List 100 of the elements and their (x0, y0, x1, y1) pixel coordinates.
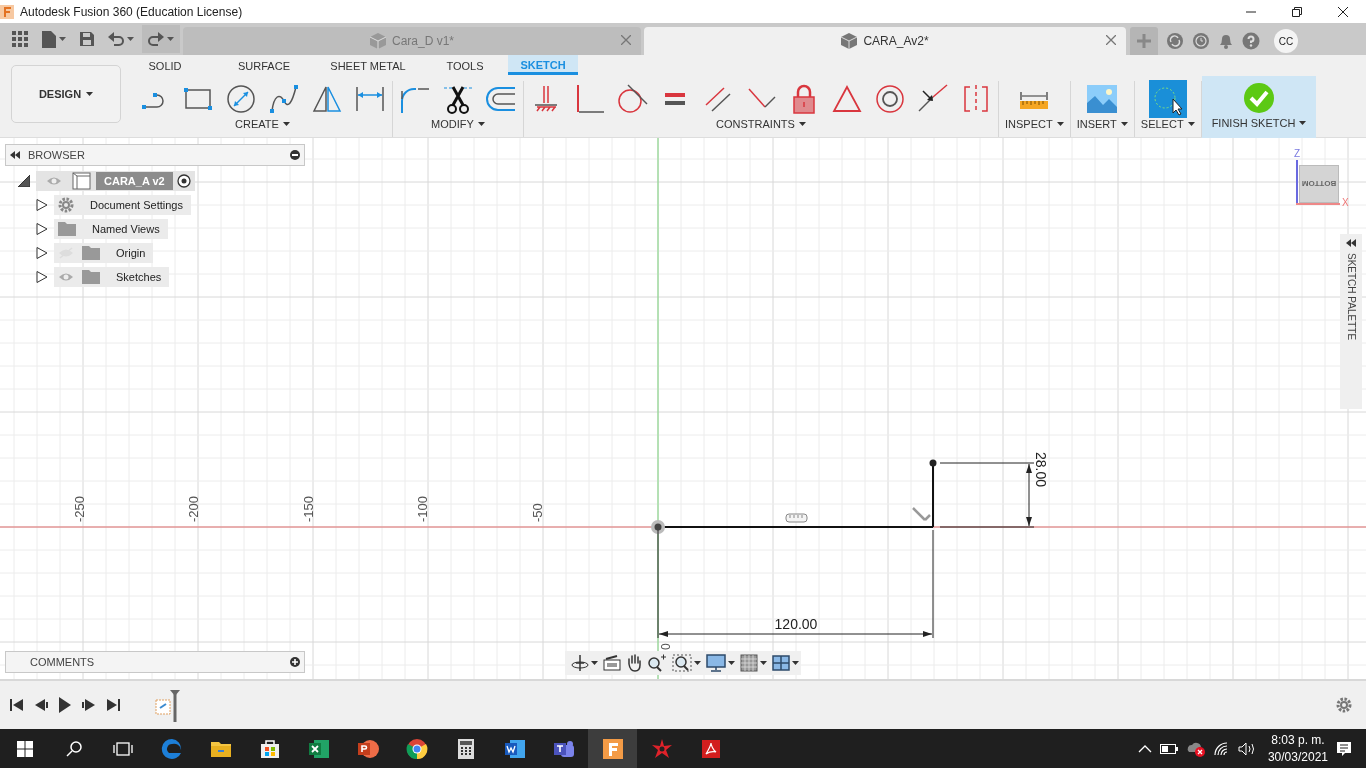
tool-group-menu[interactable]: CONSTRAINTS (716, 118, 806, 130)
clock[interactable]: 8:03 p. m. 30/03/2021 (1267, 732, 1328, 766)
viewports-icon[interactable] (772, 655, 790, 671)
close-icon[interactable] (1338, 6, 1348, 17)
speaker-icon[interactable] (1237, 742, 1256, 756)
redo-icon[interactable] (148, 32, 164, 46)
tool-group-menu[interactable]: FINISH SKETCH (1211, 117, 1307, 129)
task-view-icon[interactable] (112, 741, 133, 757)
browser-icon[interactable] (404, 737, 429, 761)
cube-icon[interactable] (841, 33, 858, 49)
zoom-icon[interactable] (647, 654, 667, 672)
caret-icon[interactable] (477, 122, 485, 126)
ribbon-tab[interactable]: TOOLS (422, 55, 508, 74)
caret-icon[interactable] (1120, 122, 1128, 126)
step-back-icon[interactable] (34, 698, 48, 712)
caret-icon[interactable] (798, 122, 806, 126)
comments-panel-header[interactable]: COMMENTS (5, 651, 305, 673)
view-cube[interactable]: Z BOTTOM X (1294, 148, 1354, 214)
caret-icon[interactable] (1056, 122, 1064, 126)
look-at-icon[interactable] (603, 655, 621, 671)
collapsed-triangle-icon[interactable] (36, 223, 48, 235)
undo-icon[interactable] (108, 32, 124, 46)
plus-circle-icon[interactable] (290, 657, 300, 667)
grid-menu-icon[interactable] (12, 31, 28, 47)
save-icon[interactable] (80, 32, 94, 46)
fit-zoom-icon[interactable] (672, 654, 692, 672)
concentric-icon[interactable] (874, 83, 906, 115)
expanded-triangle-icon[interactable] (18, 175, 30, 187)
sketch-point[interactable] (929, 459, 937, 467)
triangle-icon[interactable] (831, 83, 863, 115)
step-forward-icon[interactable] (82, 698, 96, 712)
windows-logo-icon[interactable] (16, 741, 33, 757)
dimension-value[interactable]: 120.00 (774, 616, 818, 632)
spline-icon[interactable] (268, 83, 300, 115)
caret-icon[interactable] (728, 661, 735, 665)
collapsed-triangle-icon[interactable] (36, 199, 48, 211)
caret-icon[interactable] (792, 661, 799, 665)
battery-icon[interactable] (1159, 744, 1178, 754)
skip-end-icon[interactable] (106, 698, 120, 712)
file-icon[interactable] (42, 30, 56, 48)
tool-group-menu[interactable]: MODIFY (431, 118, 485, 130)
spreadsheet-app-icon[interactable] (306, 737, 331, 761)
perpendicular-constraint-icon[interactable] (911, 506, 932, 522)
caret-icon[interactable] (282, 122, 290, 126)
caret-icon[interactable] (1187, 122, 1195, 126)
skip-start-icon[interactable] (10, 698, 24, 712)
settings-icon[interactable] (1336, 697, 1352, 713)
notification-icon[interactable] (1336, 741, 1352, 757)
tangent-icon[interactable] (616, 83, 648, 115)
sketch-palette-tab[interactable]: SKETCH PALETTE (1340, 234, 1362, 409)
user-avatar[interactable]: CC (1274, 29, 1298, 53)
collapse-icon[interactable] (10, 151, 20, 159)
cloud-offline-icon[interactable] (1185, 741, 1206, 757)
tree-item[interactable]: Named Views (54, 219, 168, 239)
bell-icon[interactable] (1218, 32, 1234, 50)
search-icon[interactable] (65, 741, 82, 757)
select-icon[interactable] (1148, 80, 1187, 118)
document-tab[interactable]: CARA_Av2* (644, 27, 1126, 55)
minus-circle-icon[interactable] (290, 150, 300, 160)
caret-icon[interactable] (694, 661, 701, 665)
chevron-up-icon[interactable] (1137, 745, 1152, 753)
presentation-app-icon[interactable] (355, 737, 380, 761)
browser-panel-header[interactable]: BROWSER (5, 144, 305, 166)
circle-icon[interactable] (225, 83, 257, 115)
workspace-menu-button[interactable]: DESIGN (11, 65, 121, 123)
taskbar-app[interactable] (588, 729, 637, 768)
wifi-icon[interactable] (1213, 742, 1230, 756)
collapsed-triangle-icon[interactable] (36, 271, 48, 283)
caret-icon[interactable] (86, 92, 94, 96)
horizontal-constraint-icon[interactable] (785, 513, 808, 523)
component-icon[interactable] (72, 172, 92, 190)
hand-icon[interactable] (626, 654, 642, 672)
expand-icon[interactable] (1346, 239, 1356, 247)
check-icon[interactable] (1243, 82, 1275, 114)
caret-icon[interactable] (591, 661, 598, 665)
tool-group-menu[interactable]: INSERT (1076, 118, 1128, 130)
ribbon-tab[interactable]: SURFACE (214, 55, 314, 74)
play-icon[interactable] (58, 697, 72, 713)
orbit-icon[interactable] (571, 654, 589, 672)
caret-icon[interactable] (1299, 121, 1307, 125)
redo-button[interactable] (142, 25, 180, 53)
dimension-value[interactable]: 28.00 (1033, 452, 1049, 488)
caret-icon[interactable] (760, 661, 767, 665)
document-app-icon[interactable] (502, 737, 527, 761)
gear-icon[interactable] (58, 197, 74, 213)
ribbon-tab[interactable]: SOLID (128, 55, 202, 74)
cad-app-icon[interactable] (600, 737, 625, 761)
origin-point-icon[interactable] (651, 520, 665, 534)
tool-group-menu[interactable]: CREATE (235, 118, 290, 130)
clock-icon[interactable] (1192, 32, 1210, 50)
display-icon[interactable] (706, 654, 726, 672)
sync-icon[interactable] (1166, 32, 1184, 50)
ribbon-tab[interactable]: SHEET METAL (314, 55, 422, 74)
tree-item[interactable]: Document Settings (54, 195, 191, 215)
activate-icon[interactable] (176, 174, 191, 188)
tool-group-menu[interactable]: SELECT (1140, 118, 1195, 130)
restore-icon[interactable] (1292, 6, 1302, 17)
help-icon[interactable] (1242, 32, 1260, 50)
image-icon[interactable] (1086, 83, 1119, 115)
tool-group-menu[interactable]: INSPECT (1005, 118, 1064, 130)
